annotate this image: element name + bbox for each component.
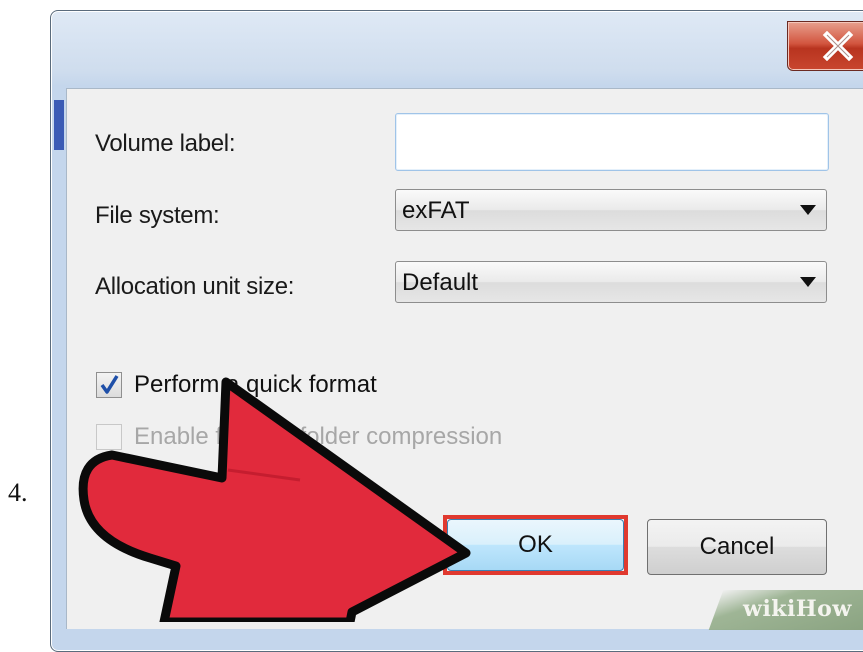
watermark-logo: wikiHow bbox=[743, 596, 852, 622]
pointer-arrow-icon bbox=[78, 377, 471, 622]
